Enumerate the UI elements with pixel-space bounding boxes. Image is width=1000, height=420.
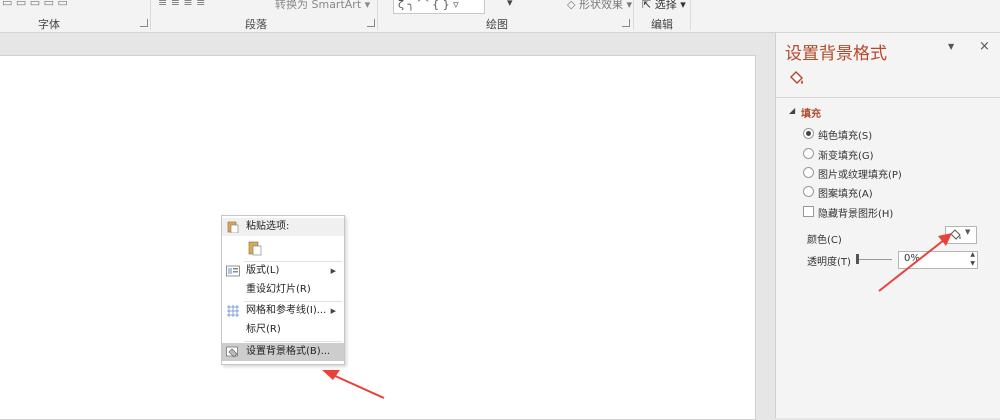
arrow-to-color-picker	[878, 233, 952, 292]
annotation-arrows	[322, 233, 952, 399]
arrow-to-format-background	[322, 370, 385, 399]
